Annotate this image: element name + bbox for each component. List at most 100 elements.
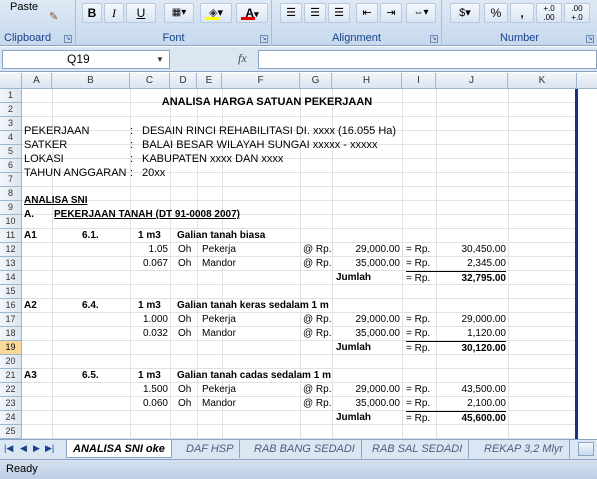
sum-eq[interactable]: = Rp. bbox=[406, 341, 436, 356]
worksheet-grid[interactable]: ANALISA HARGA SATUAN PEKERJAAN PEKERJAAN… bbox=[22, 89, 577, 439]
italic-button[interactable]: I bbox=[104, 3, 124, 23]
column-header[interactable]: F bbox=[222, 73, 300, 89]
sum-total[interactable]: 32,795.00 bbox=[436, 271, 506, 286]
row-header[interactable]: 2 bbox=[0, 103, 22, 117]
sheet-tab[interactable]: RAB BANG SEDADI bbox=[248, 440, 362, 458]
row-header[interactable]: 5 bbox=[0, 145, 22, 159]
info-label[interactable]: LOKASI bbox=[24, 152, 64, 166]
line-coef[interactable]: 0.067 bbox=[130, 257, 168, 271]
line-total[interactable]: 2,345.00 bbox=[436, 257, 506, 271]
row-header[interactable]: 18 bbox=[0, 327, 22, 341]
merge-center-button[interactable]: ⇔▾ bbox=[406, 3, 436, 23]
row-header[interactable]: 11 bbox=[0, 229, 22, 243]
line-eq[interactable]: = Rp. bbox=[406, 257, 430, 271]
currency-button[interactable]: $▾ bbox=[450, 3, 480, 23]
row-header[interactable]: 4 bbox=[0, 131, 22, 145]
prev-sheet-icon[interactable]: ◀ bbox=[20, 443, 27, 454]
line-total[interactable]: 43,500.00 bbox=[436, 383, 507, 397]
line-total[interactable]: 30,450.00 bbox=[436, 243, 507, 257]
line-unit[interactable]: Oh bbox=[178, 383, 191, 397]
line-price[interactable]: 29,000.00 bbox=[332, 383, 401, 397]
row-header[interactable]: 6 bbox=[0, 159, 22, 173]
row-header[interactable]: 8 bbox=[0, 187, 22, 201]
item-code[interactable]: A1 bbox=[24, 229, 37, 243]
item-code[interactable]: A3 bbox=[24, 369, 37, 383]
sheet-tab[interactable]: ANALISA SNI oke bbox=[66, 440, 172, 458]
row-header[interactable]: 13 bbox=[0, 257, 22, 271]
row-header[interactable]: 24 bbox=[0, 411, 22, 425]
info-value[interactable]: DESAIN RINCI REHABILITASI DI. xxxx (16.0… bbox=[142, 124, 396, 138]
row-header[interactable]: 3 bbox=[0, 117, 22, 131]
name-box-dropdown-icon[interactable]: ▼ bbox=[156, 55, 164, 64]
line-unit[interactable]: Oh bbox=[178, 397, 191, 411]
info-sep[interactable]: : bbox=[130, 152, 133, 166]
item-unit[interactable]: 1 m3 bbox=[138, 229, 161, 243]
row-header[interactable]: 21 bbox=[0, 369, 22, 383]
name-box[interactable]: Q19 bbox=[2, 50, 170, 69]
alignment-launcher-icon[interactable]: ↘ bbox=[430, 35, 438, 43]
item-ref[interactable]: 6.4. bbox=[82, 299, 99, 313]
row-header[interactable]: 1 bbox=[0, 89, 22, 103]
sum-total[interactable]: 45,600.00 bbox=[436, 411, 506, 426]
percent-button[interactable]: % bbox=[484, 3, 508, 23]
first-sheet-icon[interactable]: |◀ bbox=[4, 443, 13, 454]
sheet-tab[interactable]: DAF HSP bbox=[180, 440, 241, 458]
line-at[interactable]: @ Rp. bbox=[303, 257, 332, 271]
line-name[interactable]: Pekerja bbox=[202, 243, 236, 257]
line-name[interactable]: Mandor bbox=[202, 327, 236, 341]
line-coef[interactable]: 1.500 bbox=[130, 383, 168, 397]
item-unit[interactable]: 1 m3 bbox=[138, 299, 161, 313]
column-header[interactable]: D bbox=[170, 73, 197, 89]
number-launcher-icon[interactable]: ↘ bbox=[586, 35, 594, 43]
paste-button[interactable]: Paste bbox=[10, 1, 38, 13]
info-sep[interactable]: : bbox=[130, 138, 133, 152]
row-header[interactable]: 10 bbox=[0, 215, 22, 229]
line-coef[interactable]: 1.05 bbox=[130, 243, 168, 257]
line-at[interactable]: @ Rp. bbox=[303, 397, 332, 411]
line-eq[interactable]: = Rp. bbox=[406, 243, 430, 257]
horizontal-scroll-grip[interactable] bbox=[578, 442, 594, 456]
sum-label[interactable]: Jumlah bbox=[336, 411, 371, 425]
sheet-tab[interactable]: RAB SAL SEDADI bbox=[366, 440, 470, 458]
sum-eq[interactable]: = Rp. bbox=[406, 411, 436, 426]
analisa-label[interactable]: ANALISA SNI bbox=[24, 194, 88, 208]
align-left-button[interactable]: ☰ bbox=[280, 3, 302, 23]
section-title[interactable]: PEKERJAAN TANAH (DT 91-0008 2007) bbox=[54, 208, 240, 222]
item-desc[interactable]: Galian tanah cadas sedalam 1 m bbox=[177, 369, 331, 383]
decrease-decimal-button[interactable]: .00 +.0 bbox=[564, 3, 590, 23]
info-sep[interactable]: : bbox=[130, 166, 133, 180]
column-header[interactable]: H bbox=[332, 73, 402, 89]
vertical-scrollbar[interactable] bbox=[578, 89, 597, 439]
item-code[interactable]: A2 bbox=[24, 299, 37, 313]
row-header[interactable]: 7 bbox=[0, 173, 22, 187]
line-total[interactable]: 29,000.00 bbox=[436, 313, 507, 327]
clipboard-launcher-icon[interactable]: ↘ bbox=[64, 35, 72, 43]
align-right-button[interactable]: ☰ bbox=[328, 3, 350, 23]
row-header[interactable]: 19 bbox=[0, 341, 22, 355]
row-header[interactable]: 15 bbox=[0, 285, 22, 299]
align-center-button[interactable]: ☰ bbox=[304, 3, 326, 23]
increase-decimal-button[interactable]: +.0 .00 bbox=[536, 3, 562, 23]
info-sep[interactable]: : bbox=[130, 124, 133, 138]
underline-button[interactable]: U bbox=[126, 3, 156, 23]
insert-function-icon[interactable]: fx bbox=[238, 51, 247, 66]
increase-indent-button[interactable]: ⇥ bbox=[380, 3, 402, 23]
column-header[interactable]: E bbox=[197, 73, 222, 89]
sum-label[interactable]: Jumlah bbox=[336, 341, 371, 355]
last-sheet-icon[interactable]: ▶| bbox=[45, 443, 54, 454]
line-at[interactable]: @ Rp. bbox=[303, 313, 332, 327]
line-total[interactable]: 1,120.00 bbox=[436, 327, 506, 341]
column-header[interactable]: J bbox=[436, 73, 508, 89]
row-header[interactable]: 25 bbox=[0, 425, 22, 439]
format-painter-icon[interactable]: ✎ bbox=[49, 10, 63, 23]
comma-button[interactable]: , bbox=[510, 3, 534, 23]
line-price[interactable]: 29,000.00 bbox=[332, 243, 401, 257]
borders-button[interactable]: ▦▾ bbox=[164, 3, 194, 23]
line-coef[interactable]: 0.032 bbox=[130, 327, 168, 341]
row-header[interactable]: 22 bbox=[0, 383, 22, 397]
sum-eq[interactable]: = Rp. bbox=[406, 271, 436, 286]
select-all-corner[interactable] bbox=[0, 73, 22, 89]
line-at[interactable]: @ Rp. bbox=[303, 243, 332, 257]
line-price[interactable]: 29,000.00 bbox=[332, 313, 401, 327]
sum-total[interactable]: 30,120.00 bbox=[436, 341, 506, 356]
